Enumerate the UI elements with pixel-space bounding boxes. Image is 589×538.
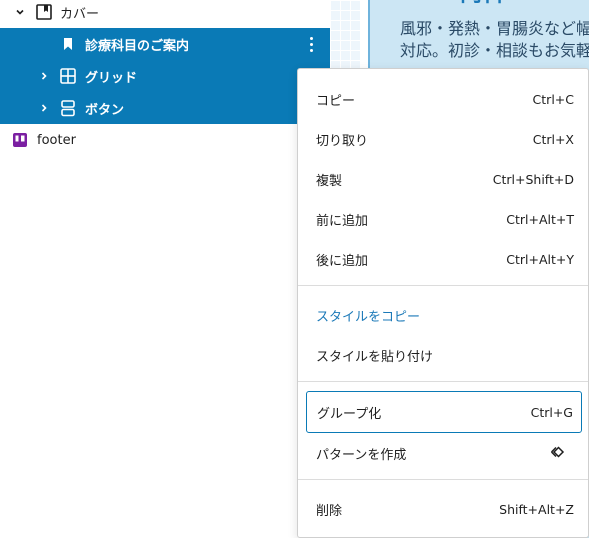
menu-item-group[interactable]: グループ化 Ctrl+G — [306, 391, 582, 433]
menu-item-shortcut: Ctrl+Alt+Y — [506, 251, 574, 267]
card-title: 内科 — [460, 0, 504, 8]
menu-item-label: 前に追加 — [316, 213, 369, 229]
menu-divider — [298, 381, 588, 382]
menu-item-delete[interactable]: 削除 Shift+Alt+Z — [306, 491, 582, 527]
menu-item-shortcut: Shift+Alt+Z — [499, 501, 574, 517]
list-item-buttons[interactable]: ボタン — [0, 92, 330, 124]
list-item-label: footer — [37, 132, 76, 148]
menu-item-insert-after[interactable]: 後に追加 Ctrl+Alt+Y — [306, 241, 582, 277]
list-item-footer[interactable]: footer — [0, 124, 330, 156]
card-text-line: 風邪・発熱・胃腸炎など幅 — [400, 19, 589, 38]
menu-item-label: スタイルをコピー — [316, 309, 421, 325]
card-text-line: 対応。初診・相談もお気軽 — [400, 41, 589, 60]
buttons-block-icon — [58, 98, 78, 118]
chevron-right-icon[interactable] — [38, 102, 50, 114]
list-item-heading[interactable]: 診療科目のご案内 — [0, 28, 330, 60]
menu-item-duplicate[interactable]: 複製 Ctrl+Shift+D — [306, 161, 582, 197]
list-item-label: カバー — [60, 6, 100, 22]
menu-item-label: パターンを作成 — [316, 447, 407, 463]
chevron-down-icon[interactable] — [14, 6, 26, 18]
list-item-label: ボタン — [85, 102, 125, 118]
chevron-right-icon[interactable] — [38, 70, 50, 82]
menu-item-insert-before[interactable]: 前に追加 Ctrl+Alt+T — [306, 201, 582, 237]
cover-block-icon — [34, 2, 54, 22]
menu-divider — [298, 479, 588, 480]
diamond-pattern-icon — [548, 443, 568, 464]
template-part-icon — [10, 130, 30, 150]
menu-item-label: グループ化 — [317, 406, 382, 422]
list-view: カバー 診療科目のご案内 グリッド ボタン footer — [0, 0, 330, 538]
grid-block-icon — [58, 66, 78, 86]
menu-item-label: コピー — [316, 93, 356, 109]
menu-item-shortcut: Ctrl+G — [530, 404, 573, 420]
menu-item-create-pattern[interactable]: パターンを作成 — [306, 435, 582, 471]
menu-item-copy-styles[interactable]: スタイルをコピー — [306, 297, 582, 333]
list-item-grid[interactable]: グリッド — [0, 60, 330, 92]
menu-item-shortcut: Ctrl+C — [532, 91, 574, 107]
menu-item-paste-styles[interactable]: スタイルを貼り付け — [306, 337, 582, 373]
block-options-menu: コピー Ctrl+C 切り取り Ctrl+X 複製 Ctrl+Shift+D 前… — [297, 68, 589, 538]
menu-item-cut[interactable]: 切り取り Ctrl+X — [306, 121, 582, 157]
menu-item-shortcut: Ctrl+Alt+T — [506, 211, 574, 227]
options-kebab-icon[interactable] — [302, 34, 320, 54]
menu-item-shortcut: Ctrl+X — [532, 131, 574, 147]
menu-item-label: 削除 — [316, 503, 343, 519]
list-item-cover[interactable]: カバー — [0, 0, 330, 28]
list-item-label: 診療科目のご案内 — [85, 38, 190, 54]
list-item-label: グリッド — [85, 70, 138, 86]
menu-item-label: スタイルを貼り付け — [316, 349, 434, 365]
card-text: 風邪・発熱・胃腸炎など幅 対応。初診・相談もお気軽 — [400, 18, 589, 62]
menu-item-copy[interactable]: コピー Ctrl+C — [306, 81, 582, 117]
menu-item-shortcut: Ctrl+Shift+D — [492, 171, 574, 187]
menu-item-label: 複製 — [316, 173, 343, 189]
menu-divider — [298, 285, 588, 286]
menu-item-label: 後に追加 — [316, 253, 369, 269]
menu-item-label: 切り取り — [316, 133, 369, 149]
bookmark-icon — [58, 34, 78, 54]
